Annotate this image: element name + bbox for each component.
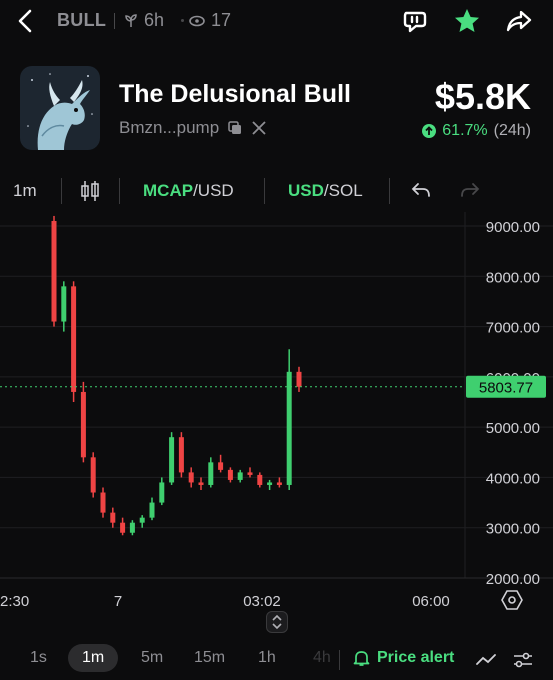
- candle-body: [276, 482, 282, 485]
- divider: [181, 19, 184, 22]
- interval-4h[interactable]: 4h: [313, 649, 331, 667]
- top-bar: BULL 6h 17: [0, 0, 553, 42]
- x-social-icon[interactable]: [251, 120, 267, 136]
- view-count-value: 17: [211, 10, 232, 30]
- price-alert-label: Price alert: [377, 649, 455, 666]
- candlestick-icon[interactable]: [80, 179, 100, 203]
- divider: [61, 178, 62, 204]
- candle-body: [286, 371, 292, 485]
- share-icon[interactable]: [504, 6, 534, 36]
- candle-body: [110, 512, 116, 523]
- chart-toolbar: 1m MCAP/USD USD/SOL: [0, 172, 553, 210]
- candle-body: [61, 286, 67, 322]
- candle-body: [120, 522, 126, 533]
- view-count: 17: [189, 10, 231, 31]
- eye-icon: [189, 15, 205, 26]
- change-percent: 61.7%: [442, 122, 488, 139]
- candle-body: [267, 482, 273, 485]
- candle-body: [188, 472, 194, 483]
- mcap-usd-toggle[interactable]: MCAP/USD: [143, 181, 234, 201]
- y-tick-label: 7000.00: [486, 320, 540, 337]
- back-chevron-icon[interactable]: [14, 8, 38, 34]
- usd-sol-toggle[interactable]: USD/SOL: [288, 181, 363, 201]
- interval-1h[interactable]: 1h: [258, 649, 276, 667]
- mcap-label: MCAP: [143, 181, 194, 200]
- candle-body: [296, 371, 302, 387]
- divider: [389, 178, 390, 204]
- token-name: The Delusional Bull: [119, 80, 351, 108]
- interval-1s[interactable]: 1s: [30, 649, 47, 667]
- y-tick-label: 3000.00: [486, 521, 540, 538]
- divider: [114, 13, 115, 29]
- token-age-value: 6h: [144, 10, 165, 30]
- bell-icon: [353, 651, 370, 666]
- candle-body: [247, 472, 253, 475]
- x-tick-label: 7: [114, 593, 122, 610]
- y-tick-label: 2000.00: [486, 571, 540, 588]
- interval-selector[interactable]: 1m: [13, 181, 37, 201]
- candle-body: [257, 474, 263, 485]
- divider: [264, 178, 265, 204]
- price-badge-label: 5803.77: [479, 380, 533, 397]
- y-tick-label: 5000.00: [486, 420, 540, 437]
- interval-5m[interactable]: 5m: [141, 649, 163, 667]
- interval-1m[interactable]: 1m: [68, 644, 119, 672]
- candle-body: [51, 220, 57, 322]
- redo-icon[interactable]: [460, 181, 480, 199]
- candle-body: [129, 522, 135, 533]
- x-tick-label: 2:30: [0, 593, 29, 610]
- y-axis: 9000.008000.007000.006000.005000.004000.…: [486, 219, 540, 588]
- y-tick-label: 8000.00: [486, 269, 540, 286]
- y-tick-label: 9000.00: [486, 219, 540, 236]
- token-ticker: BULL: [57, 10, 107, 30]
- price-alert-button[interactable]: Price alert: [353, 649, 454, 667]
- x-tick-label: 03:02: [243, 593, 281, 610]
- token-address-row: Bmzn...pump: [119, 118, 267, 138]
- candle-body: [80, 391, 86, 458]
- y-tick-label: 4000.00: [486, 470, 540, 487]
- chart-settings-icon[interactable]: [501, 590, 523, 610]
- candle-body: [71, 286, 77, 392]
- token-age: 6h: [124, 10, 164, 31]
- sprout-icon: [125, 13, 137, 27]
- x-tick-label: 06:00: [412, 593, 450, 610]
- sol-suffix: /SOL: [323, 181, 363, 200]
- divider: [339, 650, 340, 670]
- candle-body: [100, 492, 106, 513]
- market-cap: $5.8K: [434, 76, 531, 117]
- undo-icon[interactable]: [411, 181, 431, 199]
- token-address: Bmzn...pump: [119, 118, 220, 137]
- star-icon[interactable]: [452, 6, 482, 36]
- candle-body: [149, 502, 155, 518]
- change-period: (24h): [493, 122, 531, 139]
- expand-vertical-icon: [272, 614, 282, 630]
- drawing-line-icon[interactable]: [476, 652, 496, 668]
- usd-label: USD: [288, 181, 324, 200]
- interval-bar: 1s 1m 5m 15m 1h 4h Price alert: [0, 640, 553, 680]
- candle-body: [218, 462, 224, 470]
- interval-15m[interactable]: 15m: [194, 649, 225, 667]
- candle-body: [159, 482, 165, 503]
- candle-body: [178, 437, 184, 473]
- candle-body: [198, 482, 204, 485]
- candles: [51, 215, 302, 536]
- expand-chart-handle[interactable]: [266, 611, 288, 633]
- indicator-settings-icon[interactable]: [513, 651, 533, 669]
- candle-body: [90, 457, 96, 493]
- candle-body: [208, 462, 214, 485]
- candle-body: [139, 517, 145, 523]
- copy-icon[interactable]: [227, 120, 243, 136]
- token-logo: [20, 66, 100, 150]
- x-axis: 2:30 7 03:02 06:00: [0, 593, 450, 610]
- alert-bubble-icon[interactable]: [400, 6, 430, 36]
- up-arrow-circle-icon: [422, 124, 437, 138]
- price-change: 61.7% (24h): [422, 122, 531, 140]
- divider: [119, 178, 120, 204]
- candle-body: [227, 469, 233, 480]
- price-chart[interactable]: 9000.008000.007000.006000.005000.004000.…: [0, 212, 553, 612]
- candle-body: [169, 437, 175, 483]
- candle-body: [237, 472, 243, 480]
- usd-suffix: /USD: [193, 181, 234, 200]
